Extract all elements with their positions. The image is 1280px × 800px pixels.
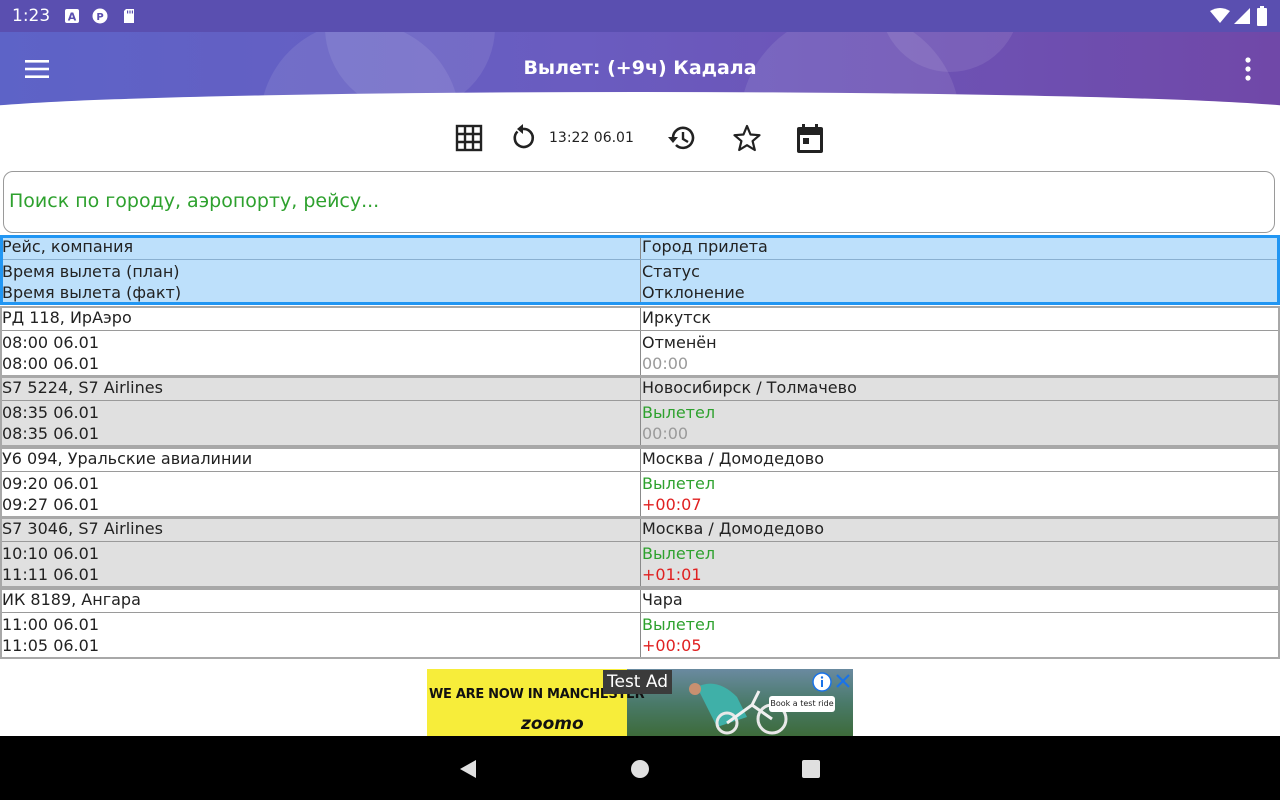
sd-card-icon <box>124 9 134 23</box>
header-status: Статус <box>642 262 700 281</box>
actual-time-cell: 11:05 06.01 <box>2 636 99 655</box>
header-deviation: Отклонение <box>642 283 745 302</box>
planned-time-cell: 09:20 06.01 <box>2 474 99 493</box>
status-cell: Вылетел <box>642 474 716 493</box>
deviation-cell: 00:00 <box>642 424 689 443</box>
planned-time-cell: 08:35 06.01 <box>2 403 99 422</box>
flight-cell: S7 3046, S7 Airlines <box>2 519 163 538</box>
actual-time-cell: 08:35 06.01 <box>2 424 99 443</box>
recents-square-icon[interactable] <box>799 757 823 781</box>
deviation-cell: 00:00 <box>642 354 689 373</box>
svg-text:A: A <box>68 11 77 24</box>
destination-cell: Чара <box>642 590 683 609</box>
flight-cell: РД 118, ИрАэро <box>2 308 132 327</box>
refresh-icon[interactable] <box>507 122 539 154</box>
page-title: Вылет: (+9ч) Кадала <box>523 57 757 79</box>
search-input[interactable] <box>9 190 1249 212</box>
calendar-icon[interactable] <box>794 122 826 154</box>
deviation-cell: +00:07 <box>642 495 702 514</box>
actual-time-cell: 09:27 06.01 <box>2 495 99 514</box>
text-a-icon: A <box>65 9 79 24</box>
ad-brand-logo: zoomo <box>521 714 584 734</box>
status-cell: Вылетел <box>642 403 716 422</box>
destination-cell: Иркутск <box>642 308 712 327</box>
flight-cell: У6 094, Уральские авиалинии <box>2 449 253 468</box>
flight-cell: S7 5224, S7 Airlines <box>2 378 163 397</box>
ad-cta-button[interactable]: Book a test ride <box>769 696 835 712</box>
header-flight-company: Рейс, компания <box>2 237 134 256</box>
more-vert-icon[interactable] <box>1238 56 1258 82</box>
history-icon[interactable] <box>666 122 698 154</box>
header-planned-time: Время вылета (план) <box>2 262 180 281</box>
star-outline-icon[interactable] <box>731 122 763 154</box>
status-cell: Вылетел <box>642 544 716 563</box>
cellular-signal-icon <box>1234 8 1250 24</box>
deviation-cell: +00:05 <box>642 636 702 655</box>
svg-text:P: P <box>96 12 103 23</box>
wifi-icon <box>1210 8 1230 23</box>
test-ad-label: Test Ad <box>603 670 673 694</box>
battery-icon <box>1257 6 1267 26</box>
last-update-time: 13:22 06.01 <box>549 130 634 146</box>
status-cell: Отменён <box>642 333 717 352</box>
flight-cell: ИК 8189, Ангара <box>2 590 141 609</box>
grid-view-icon[interactable] <box>453 122 485 154</box>
destination-cell: Москва / Домодедово <box>642 449 824 468</box>
header-destination: Город прилета <box>642 237 768 256</box>
status-bar <box>0 0 1280 32</box>
home-circle-icon[interactable] <box>628 757 652 781</box>
status-cell: Вылетел <box>642 615 716 634</box>
planned-time-cell: 10:10 06.01 <box>2 544 99 563</box>
pocket-casts-icon: P <box>92 8 108 24</box>
app-bar-curve <box>0 92 1280 132</box>
deviation-cell: +01:01 <box>642 565 702 584</box>
planned-time-cell: 11:00 06.01 <box>2 615 99 634</box>
search-box[interactable] <box>3 171 1275 233</box>
destination-cell: Новосибирск / Толмачево <box>642 378 857 397</box>
ad-banner[interactable]: WE ARE NOW IN MANCHESTER zoomo Test Ad B… <box>427 669 853 736</box>
header-actual-time: Время вылета (факт) <box>2 283 182 302</box>
planned-time-cell: 08:00 06.01 <box>2 333 99 352</box>
info-icon[interactable] <box>812 672 832 692</box>
actual-time-cell: 11:11 06.01 <box>2 565 99 584</box>
status-time: 1:23 <box>12 6 51 26</box>
back-triangle-icon[interactable] <box>456 757 480 781</box>
close-icon[interactable] <box>834 672 852 690</box>
destination-cell: Москва / Домодедово <box>642 519 824 538</box>
actual-time-cell: 08:00 06.01 <box>2 354 99 373</box>
